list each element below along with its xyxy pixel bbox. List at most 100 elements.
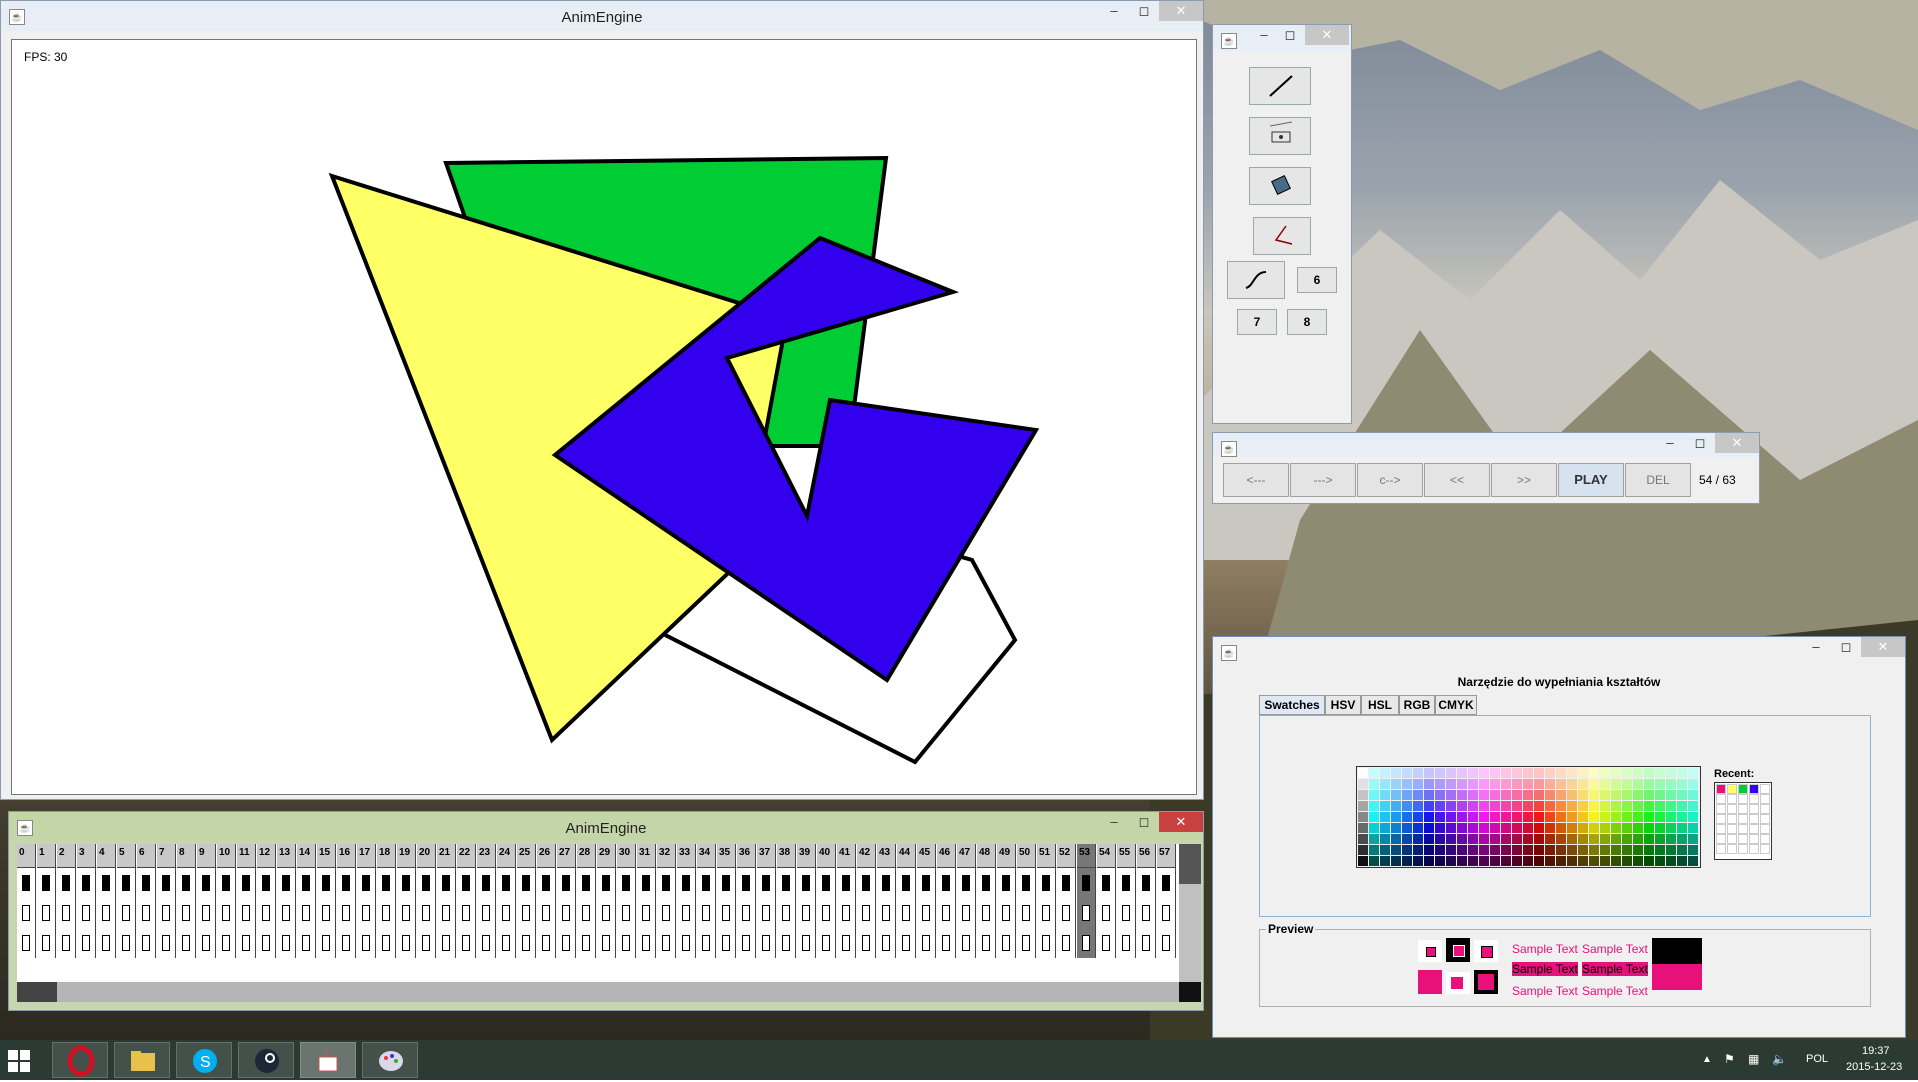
timeline-cell[interactable]	[857, 898, 876, 928]
timeline-cell[interactable]	[197, 928, 216, 958]
color-swatch[interactable]	[1655, 823, 1665, 833]
timeline-cell[interactable]	[277, 928, 296, 958]
color-swatch[interactable]	[1457, 834, 1467, 844]
frame-column[interactable]: 19	[397, 844, 416, 982]
color-swatch[interactable]	[1677, 845, 1687, 855]
timeline-cell[interactable]	[817, 898, 836, 928]
color-swatch[interactable]	[1468, 845, 1478, 855]
color-swatch[interactable]	[1391, 790, 1401, 800]
color-swatch[interactable]	[1633, 834, 1643, 844]
timeline-cell[interactable]	[537, 928, 556, 958]
timeline-cell[interactable]	[617, 868, 636, 898]
timeline-cell[interactable]	[817, 928, 836, 958]
color-swatch[interactable]	[1435, 801, 1445, 811]
frame-number[interactable]: 56	[1137, 844, 1156, 868]
color-swatch[interactable]	[1490, 823, 1500, 833]
frame-column[interactable]: 22	[457, 844, 476, 982]
timeline-cell[interactable]	[1097, 898, 1116, 928]
color-swatch[interactable]	[1369, 779, 1379, 789]
color-swatch[interactable]	[1424, 812, 1434, 822]
maximize-button[interactable]: ◻	[1831, 637, 1861, 657]
main-titlebar[interactable]: ☕ AnimEngine – ◻ ✕	[1, 1, 1203, 31]
color-swatch[interactable]	[1655, 845, 1665, 855]
color-swatch[interactable]	[1446, 845, 1456, 855]
frame-number[interactable]: 42	[857, 844, 876, 868]
timeline-cell[interactable]	[717, 868, 736, 898]
timeline-scrollbar-vertical[interactable]	[1179, 844, 1201, 989]
color-swatch[interactable]	[1677, 801, 1687, 811]
timeline-cell[interactable]	[17, 868, 36, 898]
timeline-cell[interactable]	[937, 898, 956, 928]
frame-number[interactable]: 35	[717, 844, 736, 868]
color-swatch[interactable]	[1369, 812, 1379, 822]
frame-column[interactable]: 45	[917, 844, 936, 982]
timeline-cell[interactable]	[417, 928, 436, 958]
frame-column[interactable]: 27	[557, 844, 576, 982]
color-swatch[interactable]	[1611, 768, 1621, 778]
frame-number[interactable]: 27	[557, 844, 576, 868]
tool-6-button[interactable]: 6	[1297, 267, 1337, 293]
clock-time[interactable]: 19:37	[1862, 1045, 1890, 1057]
timeline-cell[interactable]	[157, 868, 176, 898]
frame-column[interactable]: 43	[877, 844, 896, 982]
timeline-cell[interactable]	[597, 928, 616, 958]
timeline-titlebar[interactable]: ☕ AnimEngine – ◻ ✕	[9, 812, 1203, 840]
color-swatch[interactable]	[1369, 834, 1379, 844]
color-swatch[interactable]	[1358, 856, 1368, 866]
color-swatch[interactable]	[1523, 812, 1533, 822]
timeline-cell[interactable]	[37, 928, 56, 958]
color-swatch[interactable]	[1556, 779, 1566, 789]
color-swatch[interactable]	[1666, 845, 1676, 855]
color-swatch[interactable]	[1622, 801, 1632, 811]
timeline-cell[interactable]	[1077, 868, 1096, 898]
frame-column[interactable]: 12	[257, 844, 276, 982]
color-swatch[interactable]	[1578, 801, 1588, 811]
timeline-cell[interactable]	[837, 928, 856, 958]
recent-color-swatch[interactable]	[1760, 784, 1770, 794]
color-swatch[interactable]	[1380, 856, 1390, 866]
color-swatch[interactable]	[1435, 845, 1445, 855]
minimize-button[interactable]: –	[1801, 637, 1831, 657]
timeline-cell[interactable]	[1097, 928, 1116, 958]
color-swatch[interactable]	[1358, 790, 1368, 800]
frame-column[interactable]: 53	[1077, 844, 1096, 982]
timeline-cell[interactable]	[437, 898, 456, 928]
timeline-cell[interactable]	[877, 928, 896, 958]
timeline-cell[interactable]	[317, 898, 336, 928]
color-swatch[interactable]	[1501, 823, 1511, 833]
color-swatch[interactable]	[1633, 779, 1643, 789]
color-swatch[interactable]	[1688, 823, 1698, 833]
color-swatch[interactable]	[1358, 823, 1368, 833]
color-swatch[interactable]	[1358, 845, 1368, 855]
timeline-cell[interactable]	[457, 868, 476, 898]
color-swatch[interactable]	[1523, 823, 1533, 833]
color-swatch[interactable]	[1688, 845, 1698, 855]
frame-column[interactable]: 2	[57, 844, 76, 982]
color-swatch[interactable]	[1578, 768, 1588, 778]
color-swatch[interactable]	[1677, 779, 1687, 789]
frame-column[interactable]: 41	[837, 844, 856, 982]
timeline-cell[interactable]	[237, 868, 256, 898]
timeline-cell[interactable]	[597, 898, 616, 928]
maximize-button[interactable]: ◻	[1129, 1, 1159, 21]
timeline-cell[interactable]	[1057, 928, 1076, 958]
color-swatch[interactable]	[1666, 801, 1676, 811]
clock-date[interactable]: 2015-12-23	[1846, 1061, 1902, 1073]
frame-number[interactable]: 20	[417, 844, 436, 868]
timeline-cell[interactable]	[337, 868, 356, 898]
frame-number[interactable]: 43	[877, 844, 896, 868]
frame-number[interactable]: 0	[17, 844, 36, 868]
frame-column[interactable]: 26	[537, 844, 556, 982]
color-swatch[interactable]	[1523, 856, 1533, 866]
color-swatch[interactable]	[1391, 779, 1401, 789]
color-swatch[interactable]	[1567, 823, 1577, 833]
timeline-cell[interactable]	[257, 868, 276, 898]
minimize-button[interactable]: –	[1099, 1, 1129, 21]
frame-column[interactable]: 54	[1097, 844, 1116, 982]
frame-column[interactable]: 17	[357, 844, 376, 982]
timeline-cell[interactable]	[517, 868, 536, 898]
color-swatch[interactable]	[1490, 856, 1500, 866]
timeline-cell[interactable]	[757, 868, 776, 898]
frame-column[interactable]: 1	[37, 844, 56, 982]
color-swatch[interactable]	[1600, 845, 1610, 855]
